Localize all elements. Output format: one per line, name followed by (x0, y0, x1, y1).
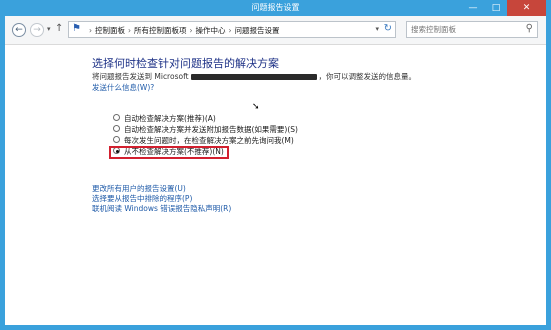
description-start: 将问题报告发送到 Microsoft (92, 72, 189, 81)
title-bar[interactable]: 问题报告设置 — □ ✕ (5, 0, 546, 16)
address-bar[interactable]: ⚑ › 控制面板 › 所有控制面板项 › 操作中心 › 问题报告设置 ▾ ↻ (68, 21, 396, 38)
search-input[interactable] (407, 22, 527, 37)
option-label[interactable]: 每次发生问题时，在检查解决方案之前先询问我(M) (124, 135, 294, 146)
breadcrumb-separator[interactable]: › (128, 26, 131, 35)
breadcrumb-action-center[interactable]: 操作中心 (196, 26, 226, 35)
breadcrumb: › 控制面板 › 所有控制面板项 › 操作中心 › 问题报告设置 (86, 25, 280, 36)
option-auto-check-send-data[interactable]: 自动检查解决方案并发送附加报告数据(如果需要)(S) (111, 124, 371, 135)
settings-links: 更改所有用户的报告设置(U) 选择要从报告中排除的程序(P) 联机阅读 Wind… (92, 183, 231, 213)
redacted-text (190, 74, 317, 80)
breadcrumb-separator[interactable]: › (229, 26, 232, 35)
main-content: 选择何时检查针对问题报告的解决方案 将问题报告发送到 Microsoft ，你可以… (5, 45, 546, 330)
search-box[interactable]: ⚲ (406, 21, 538, 38)
recent-locations-dropdown-icon[interactable]: ▾ (47, 25, 51, 33)
description-text: 将问题报告发送到 Microsoft ，你可以调整发送的信息量。 (92, 71, 416, 82)
breadcrumb-all-items[interactable]: 所有控制面板项 (134, 26, 187, 35)
description-end: ，你可以调整发送的信息量。 (318, 72, 417, 81)
up-arrow-icon[interactable]: ↑ (55, 23, 63, 34)
refresh-icon[interactable]: ↻ (384, 23, 392, 34)
page-title: 选择何时检查针对问题报告的解决方案 (92, 57, 279, 70)
privacy-statement-link[interactable]: 联机阅读 Windows 错误报告隐私声明(R) (92, 203, 231, 213)
navigation-bar: ← → ▾ ↑ ⚑ › 控制面板 › 所有控制面板项 › 操作中心 › 问题报告设置 ▾ ↻ … (5, 16, 546, 45)
forward-button[interactable]: → (30, 23, 44, 37)
breadcrumb-separator[interactable]: › (190, 26, 193, 35)
radio-ask-me[interactable] (113, 136, 120, 143)
change-all-users-link[interactable]: 更改所有用户的报告设置(U) (92, 183, 231, 193)
mouse-cursor-icon: ➘ (252, 102, 260, 112)
radio-auto-check-send-data[interactable] (113, 125, 120, 132)
red-highlight-box (109, 146, 229, 159)
close-button[interactable]: ✕ (507, 0, 546, 16)
maximize-button[interactable]: □ (485, 0, 507, 16)
minimize-button[interactable]: — (461, 0, 485, 16)
radio-auto-check[interactable] (113, 114, 120, 121)
control-panel-flag-icon: ⚑ (72, 23, 81, 34)
breadcrumb-separator[interactable]: › (89, 26, 92, 35)
address-dropdown-icon[interactable]: ▾ (375, 25, 379, 33)
breadcrumb-control-panel[interactable]: 控制面板 (95, 26, 125, 35)
what-info-sent-link[interactable]: 发送什么信息(W)? (92, 82, 154, 93)
option-auto-check[interactable]: 自动检查解决方案(推荐)(A) (111, 113, 371, 124)
search-icon[interactable]: ⚲ (526, 23, 533, 34)
window: 问题报告设置 — □ ✕ ← → ▾ ↑ ⚑ › 控制面板 › 所有控制面板项 › 操作中… (0, 0, 551, 330)
option-label[interactable]: 自动检查解决方案并发送附加报告数据(如果需要)(S) (124, 124, 298, 135)
option-ask-me[interactable]: 每次发生问题时，在检查解决方案之前先询问我(M) (111, 135, 371, 146)
back-button[interactable]: ← (12, 23, 26, 37)
exclude-programs-link[interactable]: 选择要从报告中排除的程序(P) (92, 193, 231, 203)
option-label[interactable]: 自动检查解决方案(推荐)(A) (124, 113, 216, 124)
breadcrumb-problem-reporting[interactable]: 问题报告设置 (235, 26, 280, 35)
